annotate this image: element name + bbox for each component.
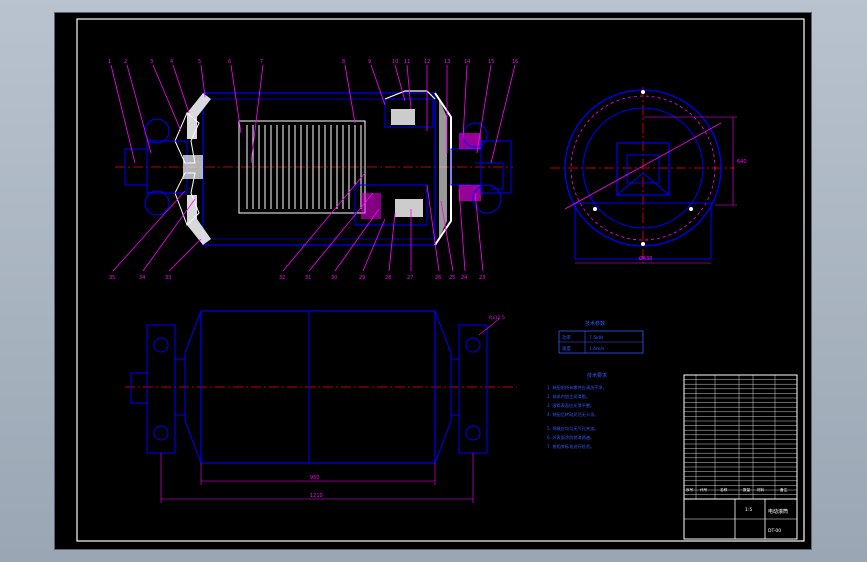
balloon-label: 27 xyxy=(407,275,413,281)
balloon-label: 7 xyxy=(260,59,263,65)
drum-length-dimension: 950 xyxy=(310,475,320,481)
tech-req-line: 1. 装配前所有零件应清洗干净。 xyxy=(547,384,607,391)
drawing-number: DT-00 xyxy=(768,528,781,534)
balloon-labels-top: 1 2 3 4 5 6 7 8 9 10 11 12 13 14 15 16 xyxy=(108,59,518,65)
balloon-label: 9 xyxy=(368,59,371,65)
parts-header-notes: 备注 xyxy=(780,487,788,492)
balloon-label: 4 xyxy=(170,59,173,65)
cad-drawing-canvas: 1 2 3 4 5 6 7 8 9 10 11 12 13 14 15 16 35 34 33 32 31 30 29 28… xyxy=(76,18,805,542)
balloon-leader xyxy=(476,64,492,154)
tech-req-line: 3. 滚筒表面应光滑平整。 xyxy=(547,402,594,409)
balloon-leader xyxy=(426,184,440,272)
balloon-label: 2 xyxy=(124,59,127,65)
title-block: 1:5 电动滚筒 DT-00 序号 代号 名称 数量 材料 备注 xyxy=(683,374,798,540)
tech-req-line: 6. 外表面涂防锈漆两遍。 xyxy=(547,434,594,441)
balloon-label: 31 xyxy=(305,275,311,281)
balloon-label: 34 xyxy=(139,275,145,281)
balloon-label: 14 xyxy=(464,59,470,65)
balloon-label: 35 xyxy=(109,275,115,281)
parts-header-qty: 数量 xyxy=(743,487,751,492)
plan-view: 950 1210 Ra12.5 xyxy=(125,310,517,503)
balloon-leader xyxy=(388,212,396,272)
tech-table-title: 技术参数 xyxy=(585,320,605,327)
parts-header-name: 名称 xyxy=(720,487,728,492)
balloon-label: 8 xyxy=(342,59,345,65)
surface-roughness-note: Ra12.5 xyxy=(489,315,505,321)
balloon-leader xyxy=(152,64,182,132)
balloon-label: 15 xyxy=(488,59,494,65)
tech-req-line: 2. 轴承内加注润滑脂。 xyxy=(547,393,590,400)
tech-req-title: 技术要求 xyxy=(587,372,607,379)
balloon-leader xyxy=(200,64,206,98)
balloon-label: 3 xyxy=(150,59,153,65)
balloon-label: 24 xyxy=(461,275,467,281)
balloon-label: 30 xyxy=(331,275,337,281)
front-section-view xyxy=(115,90,513,246)
balloon-label: 33 xyxy=(165,275,171,281)
balloon-leader xyxy=(126,64,152,154)
balloon-leader xyxy=(406,64,412,110)
balloon-leader xyxy=(394,64,406,102)
balloon-label: 1 xyxy=(108,59,111,65)
tech-row-1-value: 7.5kW xyxy=(589,335,604,341)
tech-req-line: 5. 焊缝应均匀无气孔夹渣。 xyxy=(547,425,598,432)
balloon-label: 23 xyxy=(479,275,485,281)
end-view: 640 Ø630 xyxy=(550,87,747,264)
balloon-label: 16 xyxy=(512,59,518,65)
tech-requirements: 技术要求 1. 装配前所有零件应清洗干净。 2. 轴承内加注润滑脂。 3. 滚筒… xyxy=(547,372,607,450)
balloon-label: 10 xyxy=(392,59,398,65)
balloon-label: 13 xyxy=(444,59,450,65)
balloon-label: 6 xyxy=(228,59,231,65)
balloon-leader xyxy=(344,64,356,124)
tech-row-1-label: 功率 xyxy=(562,334,571,341)
drawing-name: 电动滚筒 xyxy=(768,508,788,515)
balloon-leader xyxy=(250,64,264,164)
balloon-label: 28 xyxy=(385,275,391,281)
overall-length-dimension: 1210 xyxy=(310,493,323,499)
tech-row-2-value: 1.6m/s xyxy=(589,346,605,352)
balloon-labels-bottom: 35 34 33 32 31 30 29 28 27 26 25 24 23 xyxy=(109,275,485,281)
balloon-leader xyxy=(112,190,186,272)
balloon-leader xyxy=(142,198,196,272)
end-view-diameter: Ø630 xyxy=(639,255,652,262)
balloon-label: 29 xyxy=(359,275,365,281)
tech-row-2-label: 速度 xyxy=(562,345,571,352)
tech-parameter-table: 技术参数 功率 7.5kW 速度 1.6m/s xyxy=(558,320,644,354)
balloon-label: 12 xyxy=(424,59,430,65)
parts-header-material: 材料 xyxy=(757,487,765,492)
balloon-leader xyxy=(168,238,202,272)
end-view-dimension: 640 xyxy=(737,159,747,165)
tech-req-line: 4. 装配后转动灵活无卡滞。 xyxy=(547,411,598,418)
balloon-label: 25 xyxy=(449,275,455,281)
balloon-leader xyxy=(334,208,380,272)
drawing-sheet: 1 2 3 4 5 6 7 8 9 10 11 12 13 14 15 16 35 34 33 32 31 30 29 28… xyxy=(55,13,811,549)
tech-req-line: 7. 按相关标准进行检验。 xyxy=(547,443,594,450)
balloon-label: 26 xyxy=(435,275,441,281)
balloon-label: 11 xyxy=(404,59,410,65)
balloon-leader xyxy=(458,188,466,272)
balloon-label: 5 xyxy=(198,59,201,65)
balloon-leader xyxy=(474,192,484,272)
drawing-scale: 1:5 xyxy=(745,507,752,513)
balloon-leader xyxy=(172,64,190,114)
parts-header-code: 代号 xyxy=(700,487,708,492)
balloon-label: 32 xyxy=(279,275,285,281)
parts-header-no: 序号 xyxy=(686,487,694,492)
